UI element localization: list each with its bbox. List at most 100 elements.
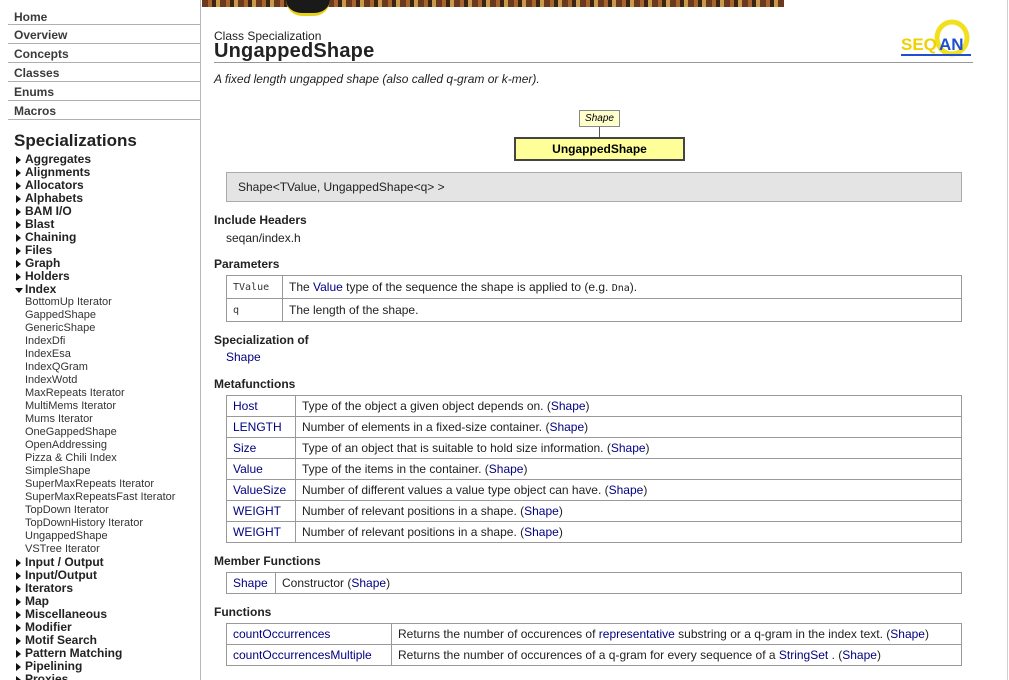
- collapsed-triangle-icon[interactable]: [16, 676, 21, 680]
- collapsed-triangle-icon[interactable]: [16, 572, 21, 580]
- collapsed-triangle-icon[interactable]: [16, 208, 21, 216]
- metafunction-link[interactable]: Value: [226, 458, 296, 480]
- sidebar-item-openaddressing[interactable]: OpenAddressing: [0, 439, 200, 452]
- metafunction-link[interactable]: ValueSize: [226, 479, 296, 501]
- include-headers-heading: Include Headers: [214, 213, 307, 227]
- shape-ref-link[interactable]: Shape: [611, 441, 646, 455]
- sidebar-item-multimems-iterator[interactable]: MultiMems Iterator: [0, 400, 200, 413]
- metafunction-desc: Number of different values a value type …: [295, 479, 962, 501]
- collapsed-triangle-icon[interactable]: [16, 611, 21, 619]
- category-index[interactable]: Index: [0, 283, 200, 296]
- inline-ref-link[interactable]: StringSet: [779, 648, 828, 662]
- shape-ref-link[interactable]: Shape: [524, 525, 559, 539]
- inline-ref-link[interactable]: representative: [599, 627, 675, 641]
- collapsed-triangle-icon[interactable]: [16, 169, 21, 177]
- sidebar-item-pizza-chili-index[interactable]: Pizza & Chili Index: [0, 452, 200, 465]
- nav-link-concepts[interactable]: Concepts: [8, 44, 200, 63]
- sidebar-item-bottomup-iterator[interactable]: BottomUp Iterator: [0, 296, 200, 309]
- shape-ref-link[interactable]: Shape: [549, 420, 584, 434]
- desc-text: ): [584, 420, 589, 434]
- sidebar-item-supermaxrepeats-iterator[interactable]: SuperMaxRepeats Iterator: [0, 478, 200, 491]
- function-link[interactable]: countOccurrencesMultiple: [226, 644, 392, 666]
- category-label: Modifier: [25, 620, 72, 634]
- desc-text: ): [876, 647, 881, 662]
- sidebar-item-indexdfi[interactable]: IndexDfi: [0, 335, 200, 348]
- table-row: q The length of the shape.: [226, 298, 962, 322]
- metafunction-desc: Number of elements in a fixed-size conta…: [295, 416, 962, 438]
- expanded-triangle-icon[interactable]: [15, 288, 23, 293]
- shape-ref-link[interactable]: Shape: [489, 462, 524, 476]
- collapsed-triangle-icon[interactable]: [16, 650, 21, 658]
- sidebar-item-maxrepeats-iterator[interactable]: MaxRepeats Iterator: [0, 387, 200, 400]
- param-desc-text: The: [289, 280, 314, 294]
- metafunction-link[interactable]: LENGTH: [226, 416, 296, 438]
- collapsed-triangle-icon[interactable]: [16, 260, 21, 268]
- sidebar-item-mums-iterator[interactable]: Mums Iterator: [0, 413, 200, 426]
- shape-ref-link[interactable]: Shape: [351, 576, 386, 590]
- metafunction-link[interactable]: WEIGHT: [226, 500, 296, 522]
- collapsed-triangle-icon[interactable]: [16, 663, 21, 671]
- table-row: countOccurrencesMultiple Returns the numb…: [226, 644, 962, 666]
- value-link[interactable]: Value: [313, 280, 343, 294]
- desc-text: Number of relevant positions in a shape.…: [302, 504, 525, 518]
- category-label: Miscellaneous: [25, 607, 108, 621]
- parameters-table: TValue The Value type of the sequence th…: [226, 275, 962, 322]
- sidebar-item-topdown-iterator[interactable]: TopDown Iterator: [0, 504, 200, 517]
- shape-ref-link[interactable]: Shape: [890, 627, 925, 641]
- desc-text: Returns the number of occurences of a q-…: [398, 647, 779, 662]
- metafunction-desc: Number of relevant positions in a shape.…: [295, 521, 962, 543]
- category-label: Pattern Matching: [25, 646, 123, 660]
- collapsed-triangle-icon[interactable]: [16, 182, 21, 190]
- member-function-link[interactable]: Shape: [226, 572, 276, 594]
- collapsed-triangle-icon[interactable]: [16, 156, 21, 164]
- shape-ref-link[interactable]: Shape: [524, 504, 559, 518]
- collapsed-triangle-icon[interactable]: [16, 247, 21, 255]
- sidebar-item-simpleshape[interactable]: SimpleShape: [0, 465, 200, 478]
- function-desc: Returns the number of occurences of repr…: [391, 623, 962, 645]
- signature-box: Shape<TValue, UngappedShape<q> >: [226, 172, 962, 202]
- nav-link-overview[interactable]: Overview: [8, 25, 200, 44]
- collapsed-triangle-icon[interactable]: [16, 273, 21, 281]
- graph-parent-node[interactable]: Shape: [579, 110, 620, 127]
- nav-link-enums[interactable]: Enums: [8, 82, 200, 101]
- sidebar-item-onegappedshape[interactable]: OneGappedShape: [0, 426, 200, 439]
- function-link[interactable]: countOccurrences: [226, 623, 392, 645]
- table-row: ValueSize Number of different values a va…: [226, 479, 962, 501]
- table-row: WEIGHT Number of relevant positions in a …: [226, 521, 962, 543]
- sidebar-item-topdownhistory-iterator[interactable]: TopDownHistory Iterator: [0, 517, 200, 530]
- metafunction-link[interactable]: Size: [226, 437, 296, 459]
- collapsed-triangle-icon[interactable]: [16, 221, 21, 229]
- table-row: Value Type of the items in the container.…: [226, 458, 962, 480]
- metafunctions-table: Host Type of the object a given object de…: [226, 395, 962, 543]
- collapsed-triangle-icon[interactable]: [16, 559, 21, 567]
- metafunction-link[interactable]: Host: [226, 395, 296, 417]
- nav-link-classes[interactable]: Classes: [8, 63, 200, 82]
- sidebar-item-genericshape[interactable]: GenericShape: [0, 322, 200, 335]
- collapsed-triangle-icon[interactable]: [16, 195, 21, 203]
- main-content: Class Specialization UngappedShape SEQ A…: [202, 0, 1009, 680]
- shape-ref-link[interactable]: Shape: [551, 399, 586, 413]
- nav-link-macros[interactable]: Macros: [8, 101, 200, 120]
- shape-ref-link[interactable]: Shape: [609, 483, 644, 497]
- seqan-logo[interactable]: SEQ AN: [900, 18, 973, 64]
- member-functions-table: Shape Constructor (Shape): [226, 572, 962, 594]
- category-proxies[interactable]: Proxies: [0, 673, 200, 680]
- table-row: Size Type of an object that is suitable t…: [226, 437, 962, 459]
- collapsed-triangle-icon[interactable]: [16, 585, 21, 593]
- category-list: Aggregates Alignments Allocators Alphabets B…: [0, 153, 200, 680]
- collapsed-triangle-icon[interactable]: [16, 234, 21, 242]
- collapsed-triangle-icon[interactable]: [16, 624, 21, 632]
- collapsed-triangle-icon[interactable]: [16, 598, 21, 606]
- sidebar-item-indexwotd[interactable]: IndexWotd: [0, 374, 200, 387]
- table-row: countOccurrences Returns the number of oc…: [226, 623, 962, 645]
- sidebar-item-ungappedshape[interactable]: UngappedShape: [0, 530, 200, 543]
- sidebar-item-indexqgram[interactable]: IndexQGram: [0, 361, 200, 374]
- metafunction-link[interactable]: WEIGHT: [226, 521, 296, 543]
- sidebar-item-gappedshape[interactable]: GappedShape: [0, 309, 200, 322]
- shape-ref-link[interactable]: Shape: [842, 648, 877, 662]
- sidebar-item-indexesa[interactable]: IndexEsa: [0, 348, 200, 361]
- collapsed-triangle-icon[interactable]: [16, 637, 21, 645]
- parent-class-link[interactable]: Shape: [226, 350, 261, 364]
- sidebar-item-supermaxrepeatsfast-iterator[interactable]: SuperMaxRepeatsFast Iterator: [0, 491, 200, 504]
- nav-link-home[interactable]: Home: [8, 0, 200, 25]
